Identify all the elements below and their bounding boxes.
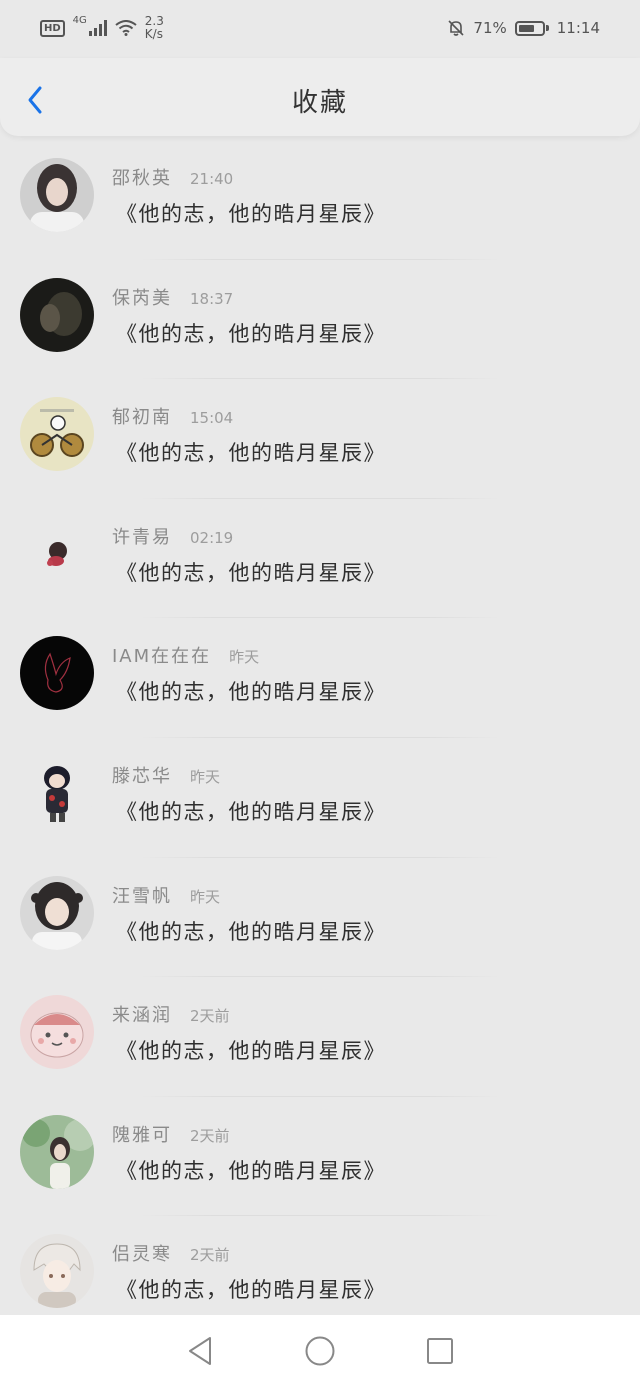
list-item[interactable]: 汪雪帆 昨天 《他的志，他的晧月星辰》 <box>0 858 640 978</box>
timestamp: 2天前 <box>190 1007 230 1026</box>
message-text: 《他的志，他的晧月星辰》 <box>116 919 386 944</box>
list-item[interactable]: 保芮美 18:37 《他的志，他的晧月星辰》 <box>0 260 640 380</box>
avatar[interactable] <box>20 1114 94 1189</box>
name-line: 隗雅可 2天前 <box>112 1121 230 1147</box>
name-line: 郁初南 15:04 <box>112 403 233 429</box>
avatar[interactable] <box>20 158 94 232</box>
timestamp: 昨天 <box>229 648 260 667</box>
avatar[interactable] <box>20 636 94 711</box>
timestamp: 2天前 <box>190 1126 230 1145</box>
avatar[interactable] <box>20 995 94 1070</box>
timestamp: 15:04 <box>190 409 234 428</box>
page-title: 收藏 <box>291 88 348 118</box>
list-item[interactable]: 许青易 02:19 《他的志，他的晧月星辰》 <box>0 499 640 619</box>
message-text: 《他的志，他的晧月星辰》 <box>116 560 386 585</box>
status-left: HD 4G 2.3 K/s <box>40 15 164 41</box>
timestamp: 昨天 <box>190 767 221 786</box>
avatar[interactable] <box>20 1234 94 1309</box>
nav-recents-icon[interactable] <box>423 1334 457 1368</box>
timestamp: 昨天 <box>190 887 221 906</box>
bell-muted-icon <box>448 20 464 36</box>
hd-badge: HD <box>40 19 65 37</box>
sender-name: 许青易 <box>112 526 172 548</box>
avatar[interactable] <box>20 875 94 950</box>
system-nav-bar <box>0 1315 640 1387</box>
timestamp: 02:19 <box>190 528 234 547</box>
favorites-list: 邵秋英 21:40 《他的志，他的晧月星辰》 保芮美 18:37 《他的志，他的… <box>0 140 640 1336</box>
list-item[interactable]: 邵秋英 21:40 《他的志，他的晧月星辰》 <box>0 140 640 260</box>
timestamp: 18:37 <box>190 289 234 308</box>
list-item[interactable]: IAM在在在 昨天 《他的志，他的晧月星辰》 <box>0 618 640 738</box>
signal-icon <box>88 20 107 36</box>
message-text: 《他的志，他的晧月星辰》 <box>116 441 386 466</box>
sender-name: IAM在在在 <box>112 646 212 668</box>
sender-name: 滕芯华 <box>112 765 172 787</box>
nav-home-icon[interactable] <box>303 1334 337 1368</box>
message-text: 《他的志，他的晧月星辰》 <box>116 799 386 824</box>
name-line: 邵秋英 21:40 <box>112 164 233 190</box>
sender-name: 汪雪帆 <box>112 885 172 907</box>
message-text: 《他的志，他的晧月星辰》 <box>116 680 386 705</box>
list-item[interactable]: 滕芯华 昨天 《他的志，他的晧月星辰》 <box>0 738 640 858</box>
avatar[interactable] <box>20 397 94 472</box>
message-text: 《他的志，他的晧月星辰》 <box>116 1158 386 1183</box>
list-item[interactable]: 来涵润 2天前 《他的志，他的晧月星辰》 <box>0 977 640 1097</box>
list-item[interactable]: 郁初南 15:04 《他的志，他的晧月星辰》 <box>0 379 640 499</box>
battery-icon <box>514 20 549 36</box>
list-item[interactable]: 隗雅可 2天前 《他的志，他的晧月星辰》 <box>0 1097 640 1217</box>
status-right: 71% 11:14 <box>447 19 600 37</box>
sender-name: 邵秋英 <box>112 168 172 189</box>
avatar[interactable] <box>20 755 94 830</box>
battery-percent: 71% <box>473 19 507 37</box>
timestamp: 21:40 <box>190 170 234 188</box>
sender-name: 保芮美 <box>112 287 172 309</box>
wifi-icon <box>115 20 137 36</box>
name-line: 保芮美 18:37 <box>112 284 233 310</box>
sender-name: 隗雅可 <box>112 1124 172 1146</box>
speed-unit: K/s <box>144 27 163 41</box>
sender-name: 来涵润 <box>112 1005 172 1027</box>
message-text: 《他的志，他的晧月星辰》 <box>116 1039 386 1064</box>
name-line: IAM在在在 昨天 <box>112 642 259 668</box>
net-type: 4G <box>72 15 87 26</box>
avatar[interactable] <box>20 516 94 591</box>
name-line: 许青易 02:19 <box>112 523 233 549</box>
app-header: 收藏 <box>0 58 640 136</box>
message-text: 《他的志，他的晧月星辰》 <box>116 202 386 226</box>
avatar[interactable] <box>20 277 94 352</box>
message-text: 《他的志，他的晧月星辰》 <box>116 321 386 346</box>
sender-name: 郁初南 <box>112 407 172 429</box>
network-speed: 2.3 K/s <box>145 15 164 41</box>
name-line: 滕芯华 昨天 <box>112 762 220 788</box>
nav-back-icon[interactable] <box>183 1334 217 1368</box>
status-bar: HD 4G 2.3 K/s 71% 11:14 <box>0 0 640 56</box>
sender-name: 侣灵寒 <box>112 1244 172 1266</box>
name-line: 汪雪帆 昨天 <box>112 882 220 908</box>
battery-fill <box>518 24 535 32</box>
name-line: 侣灵寒 2天前 <box>112 1240 230 1266</box>
name-line: 来涵润 2天前 <box>112 1001 230 1027</box>
timestamp: 2天前 <box>190 1246 230 1265</box>
message-text: 《他的志，他的晧月星辰》 <box>116 1278 386 1303</box>
status-time: 11:14 <box>556 19 600 37</box>
